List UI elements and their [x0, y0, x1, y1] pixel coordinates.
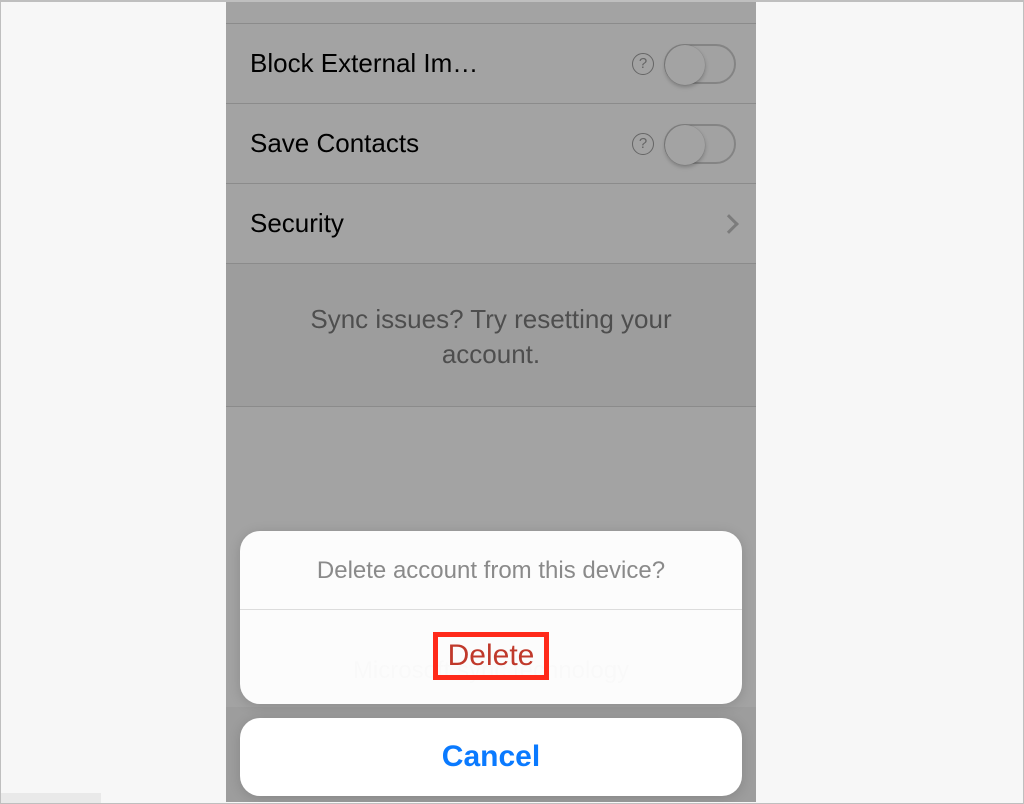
settings-screen: Block External Im… ? Save Contacts ? Sec…	[226, 2, 756, 802]
cancel-card: Cancel	[240, 718, 742, 796]
action-sheet-title: Delete account from this device?	[240, 531, 742, 610]
action-sheet-actions: Delete	[240, 610, 742, 704]
delete-button[interactable]: Delete	[433, 632, 550, 680]
cancel-button[interactable]: Cancel	[442, 740, 540, 773]
action-sheet-card: Delete account from this device? Delete	[240, 531, 742, 704]
bottom-fade	[1, 793, 101, 803]
action-sheet: Delete account from this device? Delete …	[240, 531, 742, 796]
